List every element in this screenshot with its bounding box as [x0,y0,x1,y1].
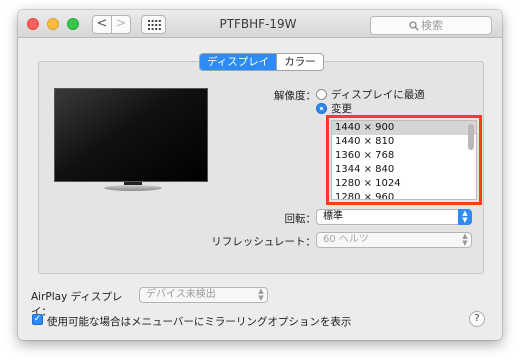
list-item[interactable]: 1440 × 810 [332,135,476,149]
monitor-stand-base [104,185,162,191]
rotation-value: 標準 [323,211,343,222]
mirroring-checkbox[interactable]: ✓ [32,314,43,325]
chevron-updown-icon: ▲ ▼ [462,232,468,247]
radio-button[interactable] [316,103,327,114]
search-field[interactable] [370,16,492,35]
grid-icon [148,20,161,30]
resolution-list[interactable]: 1440 × 900 1440 × 810 1360 × 768 1344 × … [331,120,477,200]
radio-best-for-display[interactable]: ディスプレイに最適 [316,87,425,102]
list-scrollbar[interactable] [468,124,474,150]
close-button[interactable] [27,18,39,30]
mirroring-label: 使用可能な場合はメニューバーにミラーリングオプションを表示 [47,316,352,328]
rotation-select[interactable]: 標準 ▲ ▼ [316,209,472,225]
radio-scaled[interactable]: 変更 [316,101,352,116]
radio-scaled-label: 変更 [331,103,352,115]
minimize-button[interactable] [47,18,59,30]
show-all-button[interactable] [141,15,166,34]
list-item[interactable]: 1280 × 1024 [332,177,476,191]
tab-display[interactable]: ディスプレイ [200,54,277,70]
chevron-updown-icon: ▲ ▼ [458,209,472,225]
back-button[interactable]: < [92,15,112,34]
resolution-label: 解像度： [274,90,316,102]
forward-button[interactable]: > [111,15,131,34]
tab-color[interactable]: カラー [276,54,323,70]
help-button[interactable]: ? [469,311,485,327]
monitor-image [54,88,208,182]
zoom-button[interactable] [67,18,79,30]
title-bar: < > PTFBHF-19W [18,10,502,38]
rotation-label: 回転： [284,213,317,225]
refresh-rate-value: 60 ヘルツ [323,234,369,245]
tab-bar: ディスプレイ カラー [199,53,324,71]
search-icon [409,21,419,31]
refresh-rate-label: リフレッシュレート： [211,236,316,248]
refresh-rate-select[interactable]: 60 ヘルツ ▲ ▼ [316,232,472,248]
window-title: PTFBHF-19W [219,17,297,31]
list-item[interactable]: 1280 × 960 [332,191,476,199]
list-item[interactable]: 1440 × 900 [332,121,476,135]
list-item[interactable]: 1360 × 768 [332,149,476,163]
system-preferences-window: < > PTFBHF-19W ディスプレイ カラー 解像度： [18,10,502,340]
airplay-value: デバイス未検出 [146,289,216,300]
chevron-updown-icon: ▲ ▼ [258,287,264,302]
search-input[interactable] [421,18,487,33]
list-item[interactable]: 1344 × 840 [332,163,476,177]
radio-button[interactable] [316,89,327,100]
airplay-select[interactable]: デバイス未検出 ▲ ▼ [139,287,268,303]
radio-best-label: ディスプレイに最適 [331,89,425,101]
